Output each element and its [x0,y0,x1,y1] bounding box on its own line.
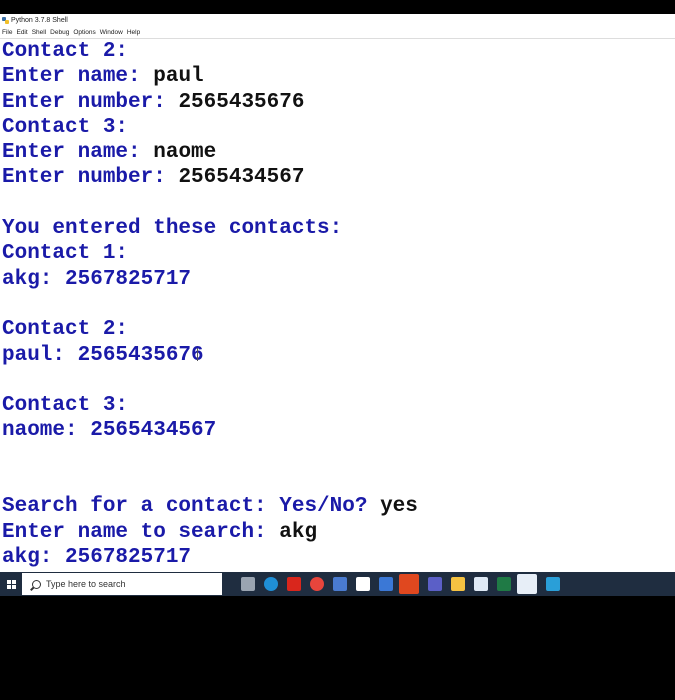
shell-prompt-text: You entered these contacts: [2,217,343,241]
shell-user-input: yes [380,495,418,519]
shell-user-input: 2565434567 [178,166,305,190]
window-title: Python 3.7.8 Shell [11,16,68,24]
mail-icon[interactable] [379,577,393,591]
shell-prompt-text: akg: 2567825717 [2,545,192,569]
shell-line: Enter name: paul [2,64,675,89]
shell-prompt-text: Enter name: [2,65,154,89]
taskbar: Type here to search [0,572,675,596]
shell-prompt-text: Enter name to search: [2,520,280,544]
shell-line: akg: 2567825717 [2,267,675,292]
shell-line: Contact 2: [2,317,675,342]
shell-line: Contact 1: [2,241,675,266]
taskbar-apps [232,574,560,594]
shell-prompt-text: naome: 2565434567 [2,419,217,443]
file-explorer-icon[interactable] [451,577,465,591]
shell-user-input: 2565435676 [178,90,305,114]
shell-user-input: akg [279,520,318,544]
start-button[interactable] [0,572,22,596]
calendar-icon[interactable] [356,577,370,591]
shell-line: naome: 2565434567 [2,418,675,443]
shell-prompt-text: Contact 3: [2,115,129,139]
menu-file[interactable]: File [2,29,12,36]
title-bar[interactable]: Python 3.7.8 Shell [0,14,675,26]
edge-icon[interactable] [264,577,278,591]
excel-icon[interactable] [497,577,511,591]
acrobat-icon[interactable] [287,577,301,591]
menu-bar: File Edit Shell Debug Options Window Hel… [0,26,675,39]
shell-line: Enter name to search: akg [2,520,675,545]
shell-line: Enter number: 2565435676 [2,90,675,115]
shell-output[interactable]: Contact 2: Enter name: paul Enter number: … [2,39,675,572]
shell-user-input: paul [153,65,204,89]
shell-line: Contact 2: [2,39,675,64]
shell-prompt-text: Contact 2: [2,40,129,63]
shell-line: paul: 2565435676 [2,343,675,368]
idle-shell-window: Python 3.7.8 Shell File Edit Shell Debug… [0,14,675,572]
shell-line: Enter number: 2565434567 [2,165,675,190]
search-icon [32,579,41,589]
shell-prompt-text: Enter number: [2,90,179,114]
top-black-bar [0,0,675,14]
notepad-icon[interactable] [517,574,537,594]
bottom-black-area [0,596,675,700]
task-view-icon[interactable] [241,577,255,591]
text-cursor [196,347,198,361]
menu-window[interactable]: Window [100,29,123,36]
shell-prompt-text: paul: 2565435676 [2,343,204,367]
taskbar-search[interactable]: Type here to search [22,573,222,595]
shell-prompt-text: Contact 2: [2,318,129,342]
menu-shell[interactable]: Shell [32,29,46,36]
menu-help[interactable]: Help [127,29,140,36]
store-icon[interactable] [333,577,347,591]
shell-line: You entered these contacts: [2,216,675,241]
office-icon[interactable] [399,574,419,594]
shell-prompt-text: Contact 3: [2,394,129,418]
shell-prompt-text: Contact 1: [2,242,129,266]
menu-edit[interactable]: Edit [16,29,27,36]
shell-line: Contact 3: [2,115,675,140]
box-icon[interactable] [474,577,488,591]
shell-line: akg: 2567825717 [2,545,675,570]
menu-options[interactable]: Options [73,29,95,36]
shell-prompt-text: Search for a contact: Yes/No? [2,495,381,519]
shell-prompt-text: akg: 2567825717 [2,267,192,291]
chrome-icon[interactable] [310,577,324,591]
shell-line: Enter name: naome [2,140,675,165]
teams-icon[interactable] [428,577,442,591]
python-icon [2,16,9,24]
shell-prompt-text: Enter number: [2,166,179,190]
shell-line: Search for a contact: Yes/No? yes [2,494,675,519]
menu-debug[interactable]: Debug [50,29,69,36]
shell-user-input: naome [153,141,217,165]
windows-icon [6,579,16,589]
shell-line: Contact 3: [2,393,675,418]
photos-icon[interactable] [546,577,560,591]
search-placeholder: Type here to search [46,579,126,589]
shell-prompt-text: Enter name: [2,141,154,165]
